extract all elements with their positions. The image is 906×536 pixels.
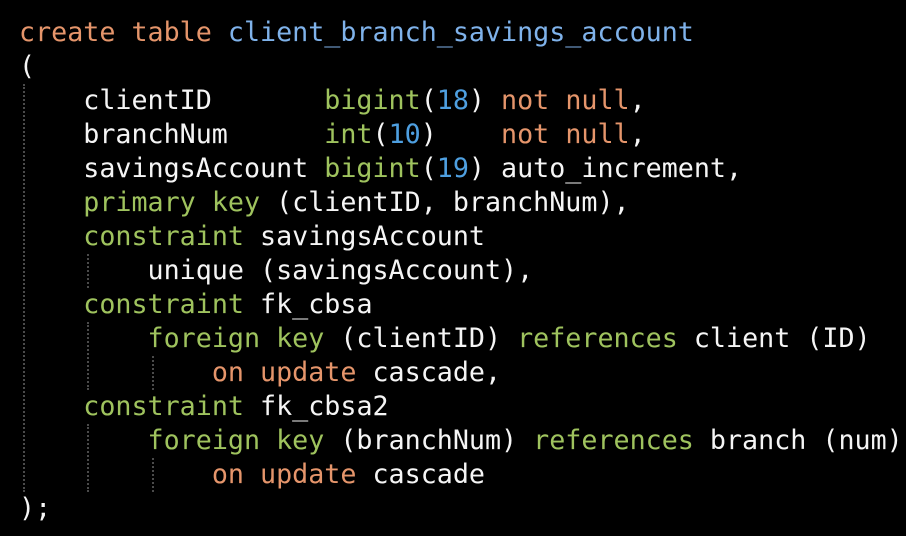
code-token: not null <box>501 119 630 150</box>
code-token: not null <box>501 85 630 116</box>
code-token: 19 <box>436 153 469 184</box>
code-line: savingsAccount bigint(19) auto_increment… <box>19 152 742 186</box>
code-token: client_branch_savings_account <box>227 17 694 48</box>
code-token: (branchNum) <box>324 425 534 456</box>
code-token: fk_cbsa2 <box>243 391 389 422</box>
code-token: cascade, <box>356 357 502 388</box>
code-token: constraint <box>83 391 244 422</box>
code-token: bigint <box>324 85 421 116</box>
code-token: constraint <box>83 289 244 320</box>
code-token: fk_cbsa <box>243 289 373 320</box>
code-token: references <box>533 425 694 456</box>
code-line: primary key (clientID, branchNum), <box>19 186 630 220</box>
code-token: ( <box>420 153 437 184</box>
code-token: constraint <box>83 221 244 252</box>
code-token: (clientID, branchNum), <box>260 187 630 218</box>
code-token: , <box>629 119 646 150</box>
code-token: branch (num) <box>693 425 903 456</box>
code-line: ( <box>19 50 35 84</box>
code-token: foreign key <box>147 425 325 456</box>
code-token: (clientID) <box>324 323 518 354</box>
code-token: ); <box>19 493 52 524</box>
code-token: primary key <box>83 187 261 218</box>
code-line: constraint savingsAccount <box>19 220 485 254</box>
code-token: clientID <box>19 85 325 116</box>
code-token: cascade <box>356 459 485 490</box>
code-token: ) <box>468 85 502 116</box>
code-token: 18 <box>436 85 469 116</box>
code-token: branchNum <box>19 119 325 150</box>
code-line: foreign key (clientID) references client… <box>19 322 871 356</box>
code-line: unique (savingsAccount), <box>19 254 534 288</box>
code-token: create table <box>19 17 212 48</box>
code-line: ); <box>19 492 51 526</box>
code-token: ) auto_increment, <box>468 153 743 184</box>
code-line: constraint fk_cbsa2 <box>19 390 389 424</box>
code-line: on update cascade <box>19 458 485 492</box>
code-token: client (ID) <box>677 323 871 354</box>
code-token: on update <box>211 357 357 388</box>
code-line: branchNum int(10) not null, <box>19 118 646 152</box>
code-token: savingsAccount <box>243 221 485 252</box>
code-token: on update <box>211 459 357 490</box>
code-token: references <box>517 323 678 354</box>
code-token: int <box>324 119 373 150</box>
code-line: clientID bigint(18) not null, <box>19 84 646 118</box>
code-token: , <box>629 85 646 116</box>
code-token: savingsAccount <box>19 153 325 184</box>
code-token: unique (savingsAccount), <box>19 255 534 286</box>
code-token: ( <box>420 85 437 116</box>
code-token: foreign key <box>147 323 325 354</box>
code-line: constraint fk_cbsa <box>19 288 373 322</box>
code-line: on update cascade, <box>19 356 501 390</box>
code-editor: create table client_branch_savings_accou… <box>0 0 906 536</box>
code-token: ( <box>372 119 389 150</box>
code-token: ) <box>420 119 502 150</box>
code-line: foreign key (branchNum) references branc… <box>19 424 903 458</box>
code-line: create table client_branch_savings_accou… <box>19 16 694 50</box>
code-token: ( <box>19 51 36 82</box>
code-token: 10 <box>388 119 421 150</box>
code-token: bigint <box>324 153 421 184</box>
